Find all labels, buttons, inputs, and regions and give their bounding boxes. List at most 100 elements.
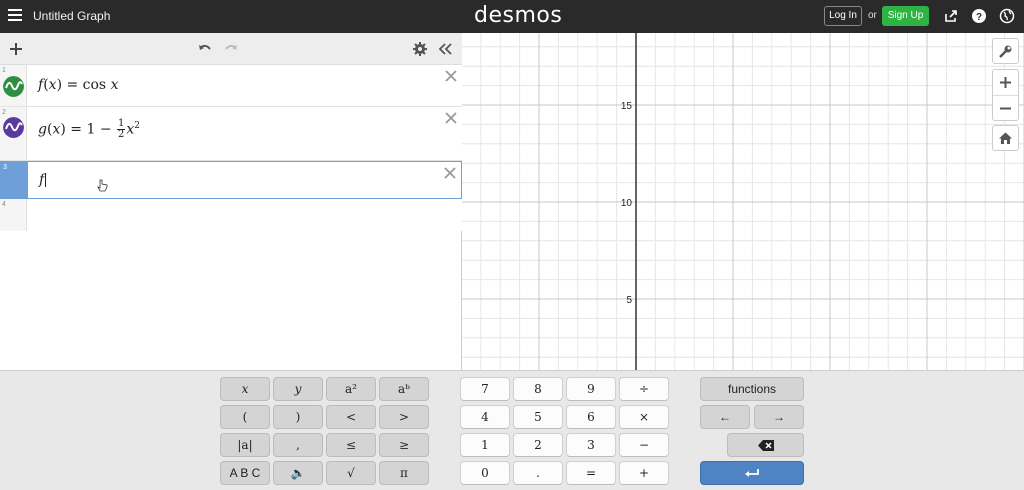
key-num-.[interactable]: . <box>513 461 563 485</box>
expression-index: 2 <box>2 109 6 116</box>
zoom-in-icon[interactable] <box>999 76 1012 89</box>
expression-panel: 1 f(x) = cos x 2 g(x) = 1 − 1 2 x2 3 f 4 <box>0 33 462 403</box>
zoom-out-icon[interactable] <box>999 102 1012 115</box>
minus-sign: − <box>99 121 112 138</box>
cursor-right-button[interactable]: → <box>754 405 804 429</box>
key-4[interactable]: ( <box>220 405 270 429</box>
svg-text:?: ? <box>976 12 982 23</box>
settings-gear-icon[interactable] <box>412 41 428 57</box>
expression-gutter: 2 <box>0 107 27 160</box>
key-9[interactable]: , <box>273 433 323 457</box>
key-15[interactable]: π <box>379 461 429 485</box>
globe-icon[interactable] <box>999 8 1015 24</box>
redo-icon[interactable] <box>223 41 239 57</box>
expression-gutter: 3 <box>1 162 28 198</box>
share-icon[interactable] <box>943 8 959 24</box>
undo-icon[interactable] <box>197 41 213 57</box>
function-variable: x <box>48 77 57 93</box>
cos-argument: x <box>110 77 119 93</box>
desmos-logo: desmos <box>474 3 563 28</box>
expression-gutter: 1 <box>0 65 27 106</box>
expression-row-1[interactable]: 1 f(x) = cos x <box>0 65 462 107</box>
key-num-4[interactable]: 4 <box>460 405 510 429</box>
key-8[interactable]: |a| <box>220 433 270 457</box>
backspace-icon <box>757 440 774 451</box>
key-10[interactable]: ≤ <box>326 433 376 457</box>
exponent: 2 <box>134 120 141 131</box>
delete-expression-icon[interactable] <box>443 166 457 180</box>
y-tick-label: 5 <box>626 295 632 306</box>
key-num-7[interactable]: 7 <box>460 377 510 401</box>
key-14[interactable]: √ <box>326 461 376 485</box>
key-7[interactable]: > <box>379 405 429 429</box>
key-num-9[interactable]: 9 <box>566 377 616 401</box>
green-graph-toggle-icon[interactable] <box>3 76 24 97</box>
delete-expression-icon[interactable] <box>444 111 458 125</box>
key-num-×[interactable]: × <box>619 405 669 429</box>
key-num-3[interactable]: 3 <box>566 433 616 457</box>
key-13[interactable]: 🔈 <box>273 461 323 485</box>
expression-input[interactable]: f <box>39 172 47 188</box>
key-12[interactable]: A B C <box>220 461 270 485</box>
functions-button[interactable]: functions <box>700 377 804 401</box>
expression-index: 4 <box>2 201 6 208</box>
cursor-left-button[interactable]: ← <box>700 405 750 429</box>
help-icon[interactable]: ? <box>971 8 987 24</box>
home-icon <box>999 132 1012 144</box>
graph-grid[interactable]: 15 10 5 <box>462 33 1024 370</box>
purple-graph-toggle-icon[interactable] <box>3 117 24 138</box>
key-3[interactable]: aᵇ <box>379 377 429 401</box>
key-2[interactable]: a² <box>326 377 376 401</box>
login-button[interactable]: Log In <box>824 6 862 26</box>
typed-text: f <box>39 172 45 188</box>
key-11[interactable]: ≥ <box>379 433 429 457</box>
zoom-controls <box>992 69 1019 121</box>
expression-toolbar <box>0 33 462 65</box>
or-label: or <box>868 10 877 21</box>
mouse-pointer-icon <box>97 179 108 192</box>
expression-index: 1 <box>2 67 6 74</box>
key-num-2[interactable]: 2 <box>513 433 563 457</box>
key-num-0[interactable]: 0 <box>460 461 510 485</box>
key-6[interactable]: < <box>326 405 376 429</box>
expression-row-2[interactable]: 2 g(x) = 1 − 1 2 x2 <box>0 107 462 161</box>
home-button[interactable] <box>992 125 1019 151</box>
key-num-8[interactable]: 8 <box>513 377 563 401</box>
expression-math[interactable]: g(x) = 1 − 1 2 x2 <box>38 119 140 140</box>
fraction: 12 <box>117 119 126 140</box>
graph-settings-button[interactable] <box>992 38 1019 64</box>
signup-button[interactable]: Sign Up <box>882 6 929 26</box>
expression-index: 3 <box>3 164 7 171</box>
add-expression-icon[interactable] <box>8 41 24 57</box>
y-tick-label: 10 <box>621 198 633 209</box>
math-keypad: x y a² aᵇ () < > |a|, ≤ ≥ A B C 🔈 √ π 7 8 9 ÷ 4 5 6 × 1 2 3− 0. = +… <box>0 370 1024 490</box>
enter-button[interactable] <box>700 461 804 485</box>
top-bar: Untitled Graph desmos Log In or Sign Up … <box>0 0 1024 33</box>
key-5[interactable]: ) <box>273 405 323 429</box>
desmos-app: Untitled Graph desmos Log In or Sign Up … <box>0 0 1024 490</box>
key-1[interactable]: y <box>273 377 323 401</box>
constant-one: 1 <box>86 121 96 138</box>
key-num-+[interactable]: + <box>619 461 669 485</box>
backspace-button[interactable] <box>727 433 804 457</box>
graph-canvas[interactable]: 15 10 5 <box>462 33 1024 370</box>
collapse-panel-icon[interactable] <box>437 41 453 57</box>
function-variable: x <box>52 121 61 138</box>
expression-row-3[interactable]: 3 f <box>0 161 462 199</box>
delete-expression-icon[interactable] <box>444 69 458 83</box>
key-num-5[interactable]: 5 <box>513 405 563 429</box>
key-num-−[interactable]: − <box>619 433 669 457</box>
wrench-icon <box>999 45 1012 58</box>
key-num-=[interactable]: = <box>566 461 616 485</box>
expression-row-4[interactable]: 4 <box>0 199 462 231</box>
graph-title[interactable]: Untitled Graph <box>33 9 110 23</box>
enter-icon <box>745 469 759 477</box>
expression-math[interactable]: f(x) = cos x <box>38 77 118 93</box>
hamburger-menu-icon[interactable] <box>8 9 22 23</box>
key-num-÷[interactable]: ÷ <box>619 377 669 401</box>
key-num-1[interactable]: 1 <box>460 433 510 457</box>
key-num-6[interactable]: 6 <box>566 405 616 429</box>
y-tick-label: 15 <box>621 101 633 112</box>
key-0[interactable]: x <box>220 377 270 401</box>
fraction-denominator: 2 <box>118 129 125 140</box>
